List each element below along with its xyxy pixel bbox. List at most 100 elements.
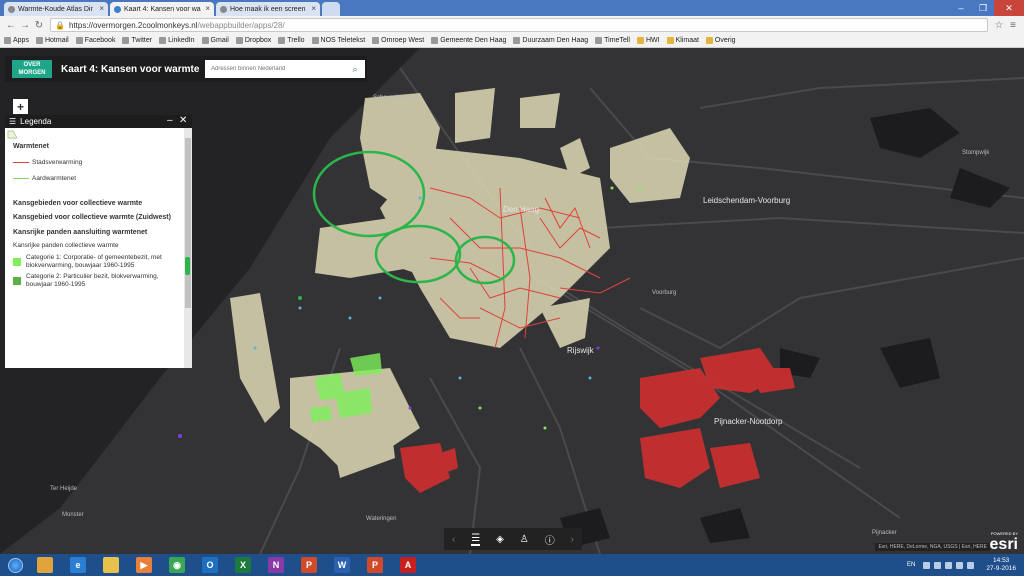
volume-icon[interactable] — [945, 561, 953, 569]
url-field[interactable]: 🔒 https://overmorgen.2coolmonkeys.nl/web… — [50, 18, 988, 32]
language-indicator[interactable]: EN — [907, 562, 915, 568]
bookmark-overig[interactable]: Overig — [705, 37, 736, 44]
kansgebieden-heading: Kansgebieden voor collectieve warmte — [13, 200, 143, 207]
close-tab-icon[interactable]: × — [99, 4, 104, 13]
tab-label: Kaart 4: Kansen voor wa — [124, 5, 201, 13]
bookmark-label: Duurzaam Den Haag — [522, 37, 589, 44]
bookmark-duurzaam-den-haag[interactable]: Duurzaam Den Haag — [513, 37, 588, 44]
taskbar-apps: e ▶ ◉ O X N P W P A — [30, 555, 426, 575]
bookmark-linkedin[interactable]: LinkedIn — [159, 37, 195, 44]
bookmark-label: Twitter — [131, 37, 153, 44]
close-legend-icon[interactable]: ✕ — [179, 115, 187, 126]
kansrijke-heading: Kansrijke panden aansluiting warmtenet — [13, 229, 148, 236]
app-title: Kaart 4: Kansen voor warmte — [61, 63, 200, 75]
chevron-left-icon[interactable]: ‹ — [452, 534, 455, 545]
map-view[interactable]: OVER MORGEN Kaart 4: Kansen voor warmte … — [0, 48, 1024, 554]
bookmark-nos-teletekst[interactable]: NOS Teletekst — [311, 37, 365, 44]
bookmark-timetell[interactable]: TimeTell — [595, 37, 630, 44]
bookmark-gmail[interactable]: Gmail — [201, 37, 229, 44]
nos-icon — [311, 37, 319, 44]
arrow-up-icon[interactable] — [923, 561, 931, 569]
layers-widget-icon[interactable]: ◈ — [496, 534, 504, 545]
forward-arrow-icon[interactable]: → — [18, 20, 32, 31]
bookmark-label: Facebook — [84, 37, 116, 44]
map-label-pijnacker-nootdorp: Pijnacker-Nootdorp — [714, 417, 783, 426]
taskbar-app[interactable]: A — [393, 555, 423, 575]
cat2-swatch — [13, 277, 21, 285]
bookmark-trello[interactable]: Trello — [278, 37, 305, 44]
bookmark-star-icon[interactable]: ☆ — [992, 20, 1006, 31]
tab-kaart-4[interactable]: Kaart 4: Kansen voor wa × — [110, 2, 214, 16]
info-widget-icon[interactable]: ⓘ — [545, 532, 555, 547]
bookmark-apps[interactable]: Apps — [4, 37, 29, 44]
logo-line1: OVER — [23, 62, 41, 68]
bookmark-gemeente-den-haag[interactable]: Gemeente Den Haag — [431, 37, 506, 44]
bookmark-label: Gemeente Den Haag — [440, 37, 507, 44]
bookmark-dropbox[interactable]: Dropbox — [235, 37, 271, 44]
bookmark-label: Overig — [714, 37, 736, 44]
folder-icon — [705, 37, 713, 44]
taskbar-app[interactable]: X — [228, 555, 258, 575]
battery-icon[interactable] — [956, 561, 964, 569]
minimize-icon[interactable]: – — [950, 0, 972, 16]
close-window-icon[interactable]: ✕ — [994, 0, 1024, 16]
tab-label: Warmte-Koude Atlas Dir — [18, 5, 93, 13]
legend-label: Categorie 1: Corporatie- of gemeentebezi… — [26, 254, 162, 269]
bookmark-klimaat[interactable]: Klimaat — [666, 37, 699, 44]
minimize-legend-icon[interactable]: – — [167, 115, 173, 126]
flag-icon[interactable] — [967, 561, 975, 569]
taskbar-app[interactable]: P — [360, 555, 390, 575]
legend-header: ☰ Legenda – ✕ — [5, 115, 192, 128]
taskbar-app[interactable]: ◉ — [162, 555, 192, 575]
taskbar-app[interactable]: O — [195, 555, 225, 575]
tab-hoe-maak-ik[interactable]: Hoe maak ik een screen × — [216, 2, 320, 16]
map-label-leidschendam: Leidschendam-Voorburg — [703, 196, 791, 205]
taskbar-app[interactable]: P — [294, 555, 324, 575]
taskbar-app[interactable]: W — [327, 555, 357, 575]
bookmark-hwi[interactable]: HWI — [636, 37, 660, 44]
search-input[interactable] — [205, 61, 345, 77]
tab-warmte-koude-atlas[interactable]: Warmte-Koude Atlas Dir × — [4, 2, 108, 16]
search-icon[interactable]: ⌕ — [345, 64, 365, 75]
pin-widget-icon[interactable]: ♙ — [520, 534, 529, 545]
scrollbar-thumb[interactable] — [185, 138, 191, 308]
bookmark-label: Trello — [287, 37, 305, 44]
start-button[interactable] — [0, 554, 30, 576]
acrobat-app-icon: A — [400, 557, 416, 573]
bookmark-label: HWI — [645, 37, 660, 44]
taskbar-app[interactable]: N — [261, 555, 291, 575]
close-tab-icon[interactable]: × — [311, 4, 316, 13]
reload-icon[interactable]: ↻ — [32, 20, 46, 31]
kansrijke-subheading: Kansrijke panden collectieve warmte — [13, 242, 119, 249]
widget-toolbar: ‹ ☰ ◈ ♙ ⓘ › — [444, 528, 582, 550]
linkedin-icon — [159, 37, 167, 44]
bookmark-omroep-west[interactable]: Omroep West — [372, 37, 424, 44]
legend-content: Warmtenet Stadsverwarming Aardwarmtenet … — [5, 128, 184, 368]
taskbar-app[interactable] — [96, 555, 126, 575]
chevron-right-icon[interactable]: › — [571, 534, 574, 545]
bookmark-label: Hotmail — [44, 37, 69, 44]
bookmark-twitter[interactable]: Twitter — [122, 37, 152, 44]
menu-icon[interactable]: ≡ — [1006, 20, 1020, 31]
cat1-swatch — [13, 258, 21, 266]
bookmark-hotmail[interactable]: Hotmail — [35, 37, 69, 44]
bookmark-label: TimeTell — [604, 37, 630, 44]
apps-icon — [4, 37, 11, 44]
taskbar-app[interactable]: e — [63, 555, 93, 575]
legend-scrollbar[interactable] — [184, 128, 192, 368]
clock[interactable]: 14:53 27-9-2016 — [986, 557, 1016, 573]
globe-icon — [220, 5, 227, 13]
zoom-in-button[interactable]: + — [13, 99, 28, 114]
ie-app-icon: e — [70, 557, 86, 573]
taskbar-app[interactable] — [30, 555, 60, 575]
network-icon[interactable] — [934, 561, 942, 569]
back-arrow-icon[interactable]: ← — [4, 20, 18, 31]
new-tab-button[interactable] — [322, 2, 340, 16]
url-path: /webappbuilder/apps/28/ — [197, 20, 285, 30]
taskbar-app[interactable]: ▶ — [129, 555, 159, 575]
maximize-icon[interactable]: ❐ — [972, 0, 994, 16]
close-tab-icon[interactable]: × — [205, 4, 210, 13]
map-label-stompwijk: Stompwijk — [962, 150, 990, 156]
bookmark-facebook[interactable]: Facebook — [75, 37, 116, 44]
legend-widget-icon[interactable]: ☰ — [471, 533, 481, 546]
